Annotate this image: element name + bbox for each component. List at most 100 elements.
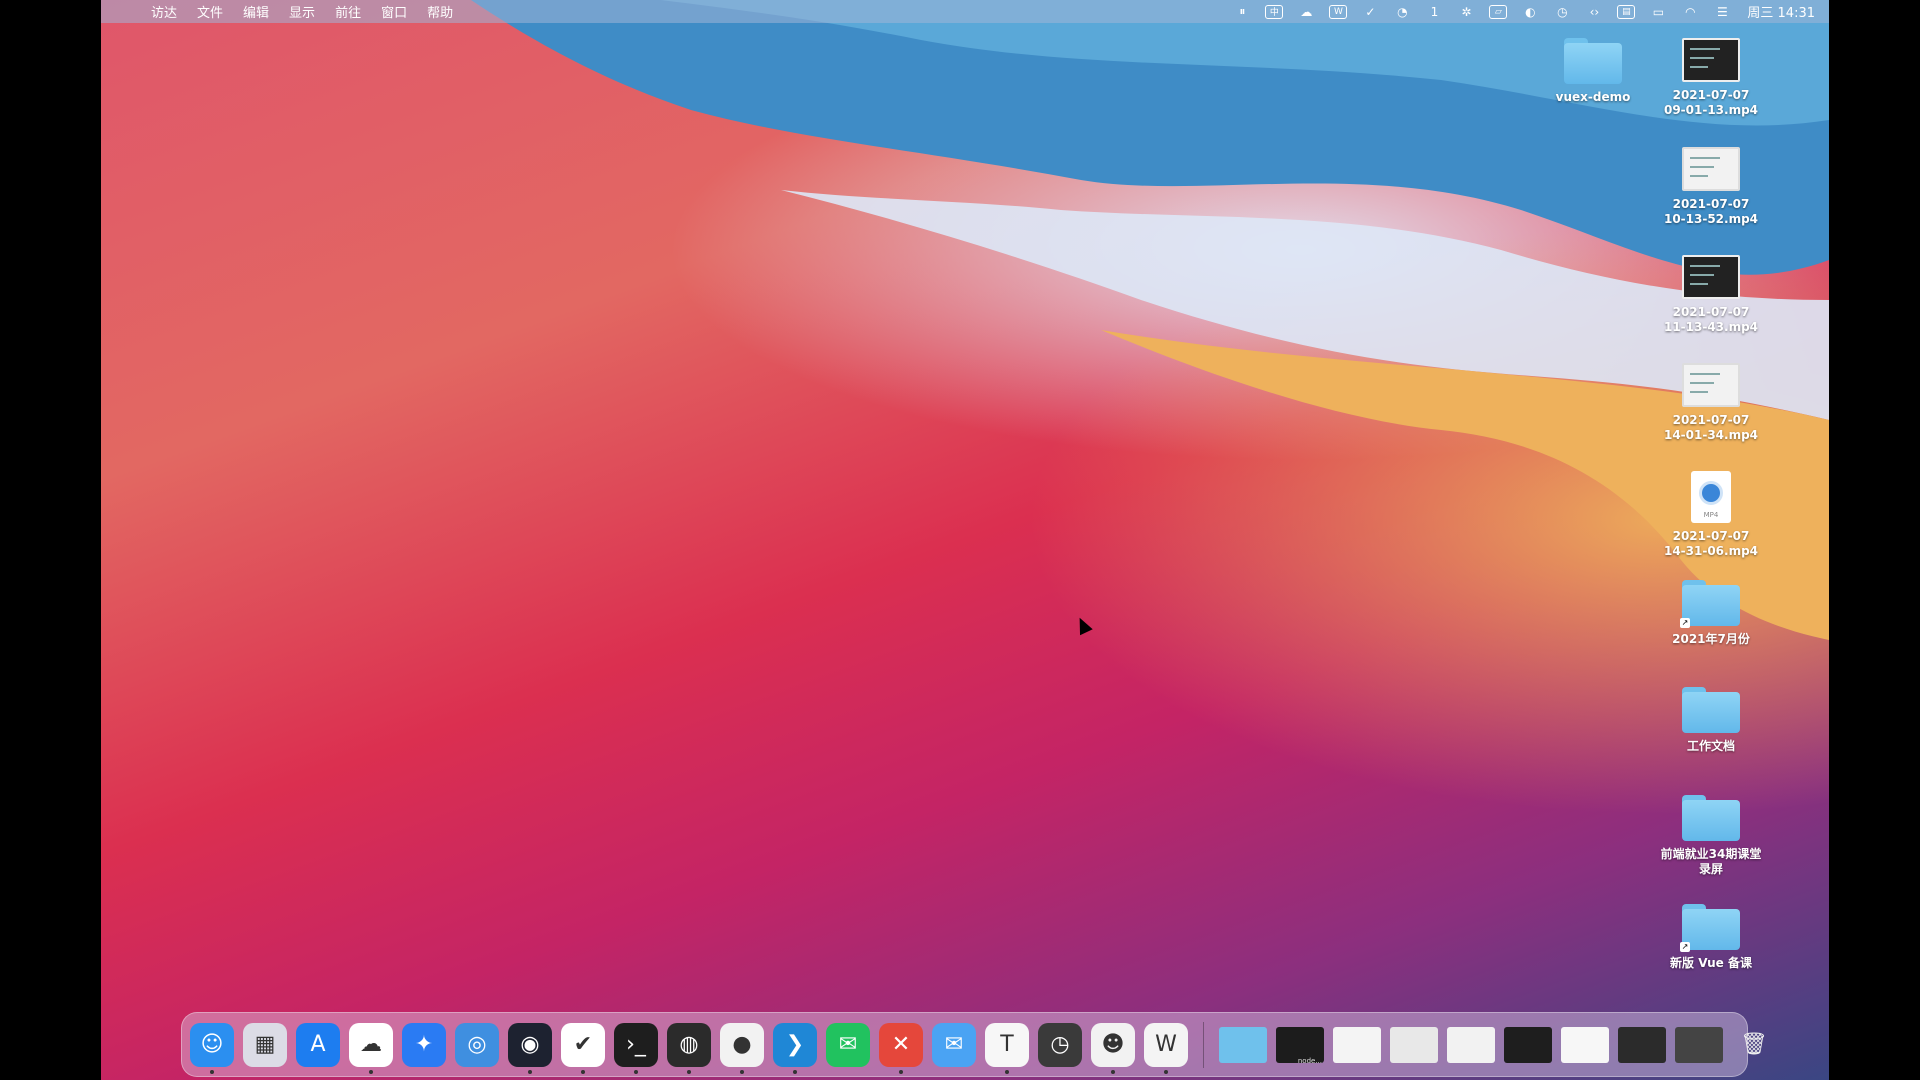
monitor-icon[interactable]: ▤: [1617, 4, 1636, 19]
desktop-item-7[interactable]: 工作文档: [1656, 687, 1766, 754]
menu-items: 访达 文件 编辑 显示 前往 窗口 帮助: [151, 2, 473, 21]
desktop-item-3[interactable]: 2021-07-07 11-13-43.mp4: [1656, 255, 1766, 335]
menu-item-5[interactable]: 窗口: [381, 2, 407, 21]
menu-item-1[interactable]: 文件: [197, 2, 223, 21]
running-indicator: [581, 1069, 585, 1074]
desktop-item-8[interactable]: 前端就业34期课堂 录屏: [1656, 795, 1766, 877]
dock-xcode-pin-icon[interactable]: ✦: [402, 1022, 446, 1067]
dock-finder-window-2[interactable]: [1390, 1026, 1438, 1063]
wifi-icon[interactable]: ◠: [1681, 5, 1699, 19]
quicktime-icon: [1699, 481, 1723, 505]
baidu-netdisk-icon[interactable]: ☁: [1297, 5, 1315, 19]
desktop-item-label: 2021-07-07 11-13-43.mp4: [1663, 305, 1759, 334]
dock-trash-icon[interactable]: 🗑: [1732, 1023, 1776, 1067]
folder-icon: [1564, 38, 1622, 84]
folder-body: [1682, 800, 1740, 841]
globe-icon[interactable]: ◔: [1393, 5, 1411, 19]
dock-xmind-icon[interactable]: ✕: [879, 1022, 923, 1074]
dock-chrome-window[interactable]: [1447, 1026, 1495, 1063]
control-center-icon[interactable]: ☰: [1713, 5, 1731, 19]
dock-terminal-icon[interactable]: ›_: [614, 1022, 658, 1074]
dock-obs-icon[interactable]: ◉: [508, 1022, 552, 1074]
check-icon[interactable]: ✓: [1361, 5, 1379, 19]
alias-arrow-icon: ↗: [1680, 618, 1690, 628]
video-thumbnail-icon: [1682, 363, 1740, 407]
menu-item-4[interactable]: 前往: [335, 2, 361, 21]
folder-icon: [1682, 687, 1740, 733]
dock-typora-icon[interactable]: T: [985, 1022, 1029, 1074]
dock-proxyman-icon[interactable]: ◎: [455, 1022, 499, 1067]
folder-body: [1564, 43, 1622, 84]
timemachine-icon[interactable]: ◷: [1553, 5, 1571, 19]
desktop-item-9[interactable]: ↗ 新版 Vue 备课: [1656, 904, 1766, 971]
cat-icon[interactable]: ◐: [1521, 5, 1539, 19]
dock-terminal-window[interactable]: node...: [1276, 1026, 1324, 1065]
desktop-item-0[interactable]: vuex-demo: [1538, 38, 1648, 105]
menubar-clock[interactable]: 周三 14:31: [1747, 2, 1815, 21]
dock-wechat-icon[interactable]: ✉: [826, 1022, 870, 1067]
folder-icon: [1682, 795, 1740, 841]
screen-icon[interactable]: ▱: [1489, 4, 1508, 19]
dock-obs-window[interactable]: [1618, 1026, 1666, 1063]
dock-mail-icon[interactable]: ✉: [932, 1022, 976, 1067]
thumb-line: [1690, 382, 1714, 384]
dock-finder-icon[interactable]: ☺: [190, 1022, 234, 1074]
video-thumbnail-icon: [1682, 38, 1740, 82]
dock-launchpad-icon[interactable]: ▦: [243, 1022, 287, 1067]
dock-baidu-netdisk-icon[interactable]: ☁: [349, 1022, 393, 1074]
wps-icon[interactable]: W: [1329, 4, 1348, 19]
desktop-item-4[interactable]: 2021-07-07 14-01-34.mp4: [1656, 363, 1766, 443]
desktop-item-5[interactable]: MP4 2021-07-07 14-31-06.mp4: [1656, 471, 1766, 559]
dock: ☺ ▦ A ☁ ✦ ◎ ◉ ✔ ›_ ◍ ● ❯ ✉ ✕ ✉ T ◷ ☻ Wnode... 🗑: [181, 1012, 1768, 1077]
dock-clock-icon[interactable]: ◷: [1038, 1022, 1082, 1067]
running-indicator: [687, 1069, 691, 1074]
desktop-item-6[interactable]: ↗ 2021年7月份: [1656, 580, 1766, 647]
menu-item-0[interactable]: 访达: [151, 2, 177, 21]
battery-icon[interactable]: ▭: [1649, 5, 1667, 19]
code-icon[interactable]: ‹›: [1585, 5, 1603, 19]
dock-separator: [1203, 1021, 1204, 1068]
dock-app-store-icon[interactable]: A: [296, 1022, 340, 1067]
running-indicator: [528, 1069, 532, 1074]
desktop-item-label: 2021-07-07 09-01-13.mp4: [1663, 88, 1759, 117]
video-thumbnail-icon: [1682, 147, 1740, 191]
desktop-item-label: 2021-07-07 14-01-34.mp4: [1663, 413, 1759, 442]
dock-finder-window-1[interactable]: [1333, 1026, 1381, 1063]
running-indicator: [369, 1069, 373, 1074]
dock-vscode-icon[interactable]: ❯: [773, 1022, 817, 1074]
dock-typora-window[interactable]: [1561, 1026, 1609, 1063]
running-indicator: [1111, 1069, 1115, 1074]
desktop-item-1[interactable]: 2021-07-07 09-01-13.mp4: [1656, 38, 1766, 118]
thumb-line: [1690, 274, 1714, 276]
menu-item-2[interactable]: 编辑: [243, 2, 269, 21]
dock-wps-icon[interactable]: W: [1144, 1022, 1188, 1074]
dock-tasks-icon[interactable]: ✔: [561, 1022, 605, 1074]
notification-icon[interactable]: 1: [1425, 5, 1443, 19]
dock-video-window[interactable]: [1675, 1026, 1723, 1063]
quicktime-file-icon: MP4: [1691, 471, 1731, 523]
folder-body: [1682, 692, 1740, 733]
file-badge: MP4: [1703, 511, 1719, 519]
folder-body: [1682, 909, 1740, 950]
desktop-item-label: 2021-07-07 10-13-52.mp4: [1663, 197, 1759, 226]
aperture-icon[interactable]: ✲: [1457, 5, 1475, 19]
thumb-line: [1690, 57, 1714, 59]
menu-item-6[interactable]: 帮助: [427, 2, 453, 21]
desktop-item-2[interactable]: 2021-07-07 10-13-52.mp4: [1656, 147, 1766, 227]
dock-downloads-folder[interactable]: [1219, 1026, 1267, 1063]
input-method-icon[interactable]: 中: [1265, 4, 1284, 19]
thumb-line: [1690, 166, 1714, 168]
running-indicator: [210, 1069, 214, 1074]
desktop-screen: 访达 文件 编辑 显示 前往 窗口 帮助 ⏸ 中 ☁ W ✓ ◔ 1 ✲ ▱ ◐ ◷ ‹› ▤ ▭ ◠ ☰ 周三 14:3…: [101, 0, 1829, 1080]
dock-qq-icon[interactable]: ☻: [1091, 1022, 1135, 1074]
alias-arrow-icon: ↗: [1680, 942, 1690, 952]
running-indicator: [1164, 1069, 1168, 1074]
dock-chrome-icon[interactable]: ●: [720, 1022, 764, 1074]
running-indicator: [793, 1069, 797, 1074]
menu-item-3[interactable]: 显示: [289, 2, 315, 21]
dock-sync-app-icon[interactable]: ◍: [667, 1022, 711, 1074]
dock-vscode-window[interactable]: [1504, 1026, 1552, 1063]
thumb-line: [1690, 66, 1708, 68]
pause-icon[interactable]: ⏸: [1233, 4, 1251, 19]
thumb-line: [1690, 373, 1720, 375]
